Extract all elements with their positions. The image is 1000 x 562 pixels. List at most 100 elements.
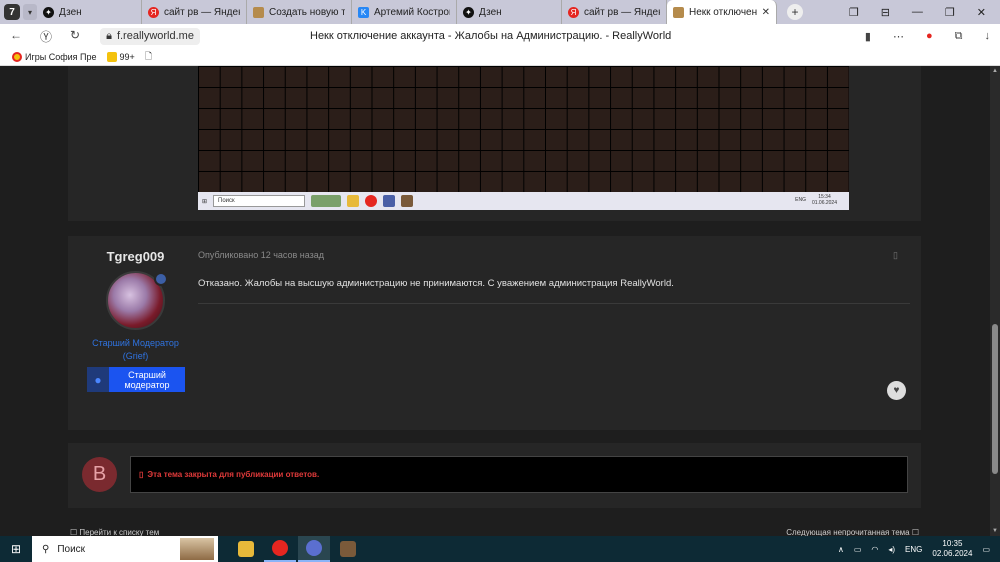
tab-title: Дзен <box>59 6 82 18</box>
app-icon <box>306 540 322 556</box>
lock-icon: 🔒︎ <box>106 29 112 42</box>
tabs-overview-icon[interactable]: ❐ <box>849 6 859 19</box>
topic-closed-text: Эта тема закрыта для публикации ответов. <box>147 470 320 479</box>
yandex-icon: Я <box>148 6 159 18</box>
browser-tab[interactable]: ✦ Дзен <box>457 0 562 24</box>
minimize-icon[interactable]: — <box>912 6 923 18</box>
like-button[interactable]: ♥ <box>887 381 906 400</box>
search-highlight-image <box>180 538 214 560</box>
notifications-icon[interactable]: ▭ <box>982 545 990 554</box>
mail-icon <box>106 51 117 62</box>
extensions-icon[interactable]: ⧉ <box>955 30 963 43</box>
tab-title: Создать новую тем <box>269 6 345 18</box>
screenshot-lang: ENG <box>795 197 806 203</box>
adblock-icon[interactable]: ● <box>926 30 933 43</box>
author-username[interactable]: Tgreg009 <box>68 249 203 264</box>
app-icon <box>383 195 396 207</box>
reload-icon[interactable]: ↻ <box>70 28 80 45</box>
taskbar-clock[interactable]: 10:35 02.06.2024 <box>932 539 972 559</box>
role-line-2: (Grief) <box>122 351 149 361</box>
taskbar-minecraft[interactable] <box>332 536 364 562</box>
download-icon[interactable]: ↓ <box>985 30 991 43</box>
browser-tab[interactable]: K Артемий Костромо <box>352 0 457 24</box>
bookmark-panel-icon[interactable]: ⊟ <box>881 6 890 19</box>
browser-tab[interactable]: Я сайт рв — Яндекс: н <box>562 0 667 24</box>
avatar: B <box>82 457 117 492</box>
castle-icon <box>311 195 342 207</box>
yandex-icon <box>365 195 378 207</box>
input-language[interactable]: ENG <box>905 545 922 554</box>
url-field[interactable]: 🔒︎ f.reallyworld.me <box>100 27 200 45</box>
yandex-browser-icon <box>272 540 288 556</box>
bookmark-item[interactable]: Игры София Пре <box>12 51 97 62</box>
yandex-icon: Я <box>568 6 579 18</box>
bookmark-label: 99+ <box>119 51 135 62</box>
tab-title: Артемий Костромо <box>374 6 450 18</box>
attached-screenshot[interactable]: ⊞ Поиск ENG 15:34 01.06.2024 <box>198 66 849 210</box>
close-icon[interactable]: ✕ <box>762 7 770 18</box>
share-icon[interactable]: ⋯ <box>893 30 904 43</box>
online-status-icon <box>154 272 168 286</box>
document-icon: 🗋 <box>144 50 153 61</box>
forum-page: ⊞ Поиск ENG 15:34 01.06.2024 Tgreg009 Ст… <box>0 66 990 536</box>
realmworld-icon <box>253 6 264 18</box>
post-date[interactable]: Опубликовано 12 часов назад <box>198 250 324 260</box>
chevron-up-icon[interactable]: ∧ <box>838 545 844 554</box>
screenshot-game-view <box>198 66 849 192</box>
windows-icon: ⊞ <box>202 198 208 205</box>
folder-icon <box>238 541 254 557</box>
browser-tab-bar: 7 ▾ ✦ Дзен Я сайт рв — Яндекс: н Создать… <box>0 0 1000 24</box>
bookmark-item[interactable]: 🗋 <box>145 49 152 65</box>
back-icon[interactable]: ← <box>10 28 22 45</box>
tab-title: Дзен <box>479 6 502 18</box>
close-window-icon[interactable]: ✕ <box>977 6 986 19</box>
new-tab-button[interactable]: + <box>787 4 803 20</box>
zen-icon: ✦ <box>43 6 54 18</box>
user-icon: ● <box>87 367 109 392</box>
role-line-1: Старший Модератор <box>92 338 179 348</box>
volume-icon[interactable]: ◂) <box>888 545 895 554</box>
scrollbar[interactable]: ▲ ▼ <box>990 66 1000 536</box>
taskbar-search[interactable]: ⚲ Поиск <box>32 536 218 562</box>
taskbar-yandex-browser[interactable] <box>264 536 296 562</box>
windows-taskbar: ⊞ ⚲ Поиск ∧ ▭ ◠ ◂) ENG 10:35 02.06.2024 … <box>0 536 1000 562</box>
wifi-icon[interactable]: ◠ <box>871 545 878 554</box>
restore-icon[interactable]: ❐ <box>945 6 955 19</box>
next-unread-link[interactable]: Следующая непрочитанная тема ☐ <box>786 528 919 536</box>
scroll-down-icon[interactable]: ▼ <box>992 528 998 534</box>
address-bar: ← Ⓨ ↻ 🔒︎ f.reallyworld.me Некк отключени… <box>0 24 1000 48</box>
minecraft-icon <box>401 195 414 207</box>
taskbar-search-label: Поиск <box>57 543 86 555</box>
battery-icon[interactable]: ▭ <box>854 545 862 554</box>
clock-time: 10:35 <box>942 539 963 548</box>
search-icon: ⚲ <box>42 543 50 555</box>
yandex-id-icon[interactable]: Ⓨ <box>40 28 52 45</box>
screenshot-search-label: Поиск <box>218 198 235 204</box>
post-author: Tgreg009 Старший Модератор (Grief) ● Ста… <box>68 236 203 481</box>
share-icon[interactable]: ▯ <box>893 250 898 261</box>
tab-count-badge[interactable]: 7 <box>4 4 20 20</box>
minecraft-icon <box>340 541 356 557</box>
browser-tab[interactable]: Я сайт рв — Яндекс: н <box>142 0 247 24</box>
browser-tab[interactable]: ✦ Дзен <box>37 0 142 24</box>
scroll-up-icon[interactable]: ▲ <box>992 68 998 74</box>
taskbar-app[interactable] <box>298 536 330 562</box>
bookmark-label: Игры София Пре <box>25 51 97 62</box>
role-badge: ● Старший модератор <box>87 367 185 392</box>
back-to-topics-link[interactable]: ☐ Перейти к списку тем <box>70 528 159 536</box>
zen-icon: ✦ <box>463 6 474 18</box>
browser-tab-active[interactable]: Некк отключени ✕ <box>667 0 777 24</box>
screenshot-taskbar: ⊞ Поиск ENG 15:34 01.06.2024 <box>198 192 849 210</box>
heart-icon: ♥ <box>893 385 900 396</box>
bookmark-item[interactable]: 99+ <box>106 51 135 62</box>
chevron-down-icon[interactable]: ▾ <box>23 4 37 20</box>
taskbar-file-explorer[interactable] <box>230 536 262 562</box>
post-content: Отказано. Жалобы на высшую администрацию… <box>198 278 674 289</box>
vk-icon: K <box>358 6 369 18</box>
browser-tab[interactable]: Создать новую тем <box>247 0 352 24</box>
windows-start-icon[interactable]: ⊞ <box>0 536 32 562</box>
back-to-topics-label: Перейти к списку тем <box>79 528 160 536</box>
scrollbar-thumb[interactable] <box>992 324 998 474</box>
tab-title: Некк отключени <box>689 6 757 18</box>
bookmark-icon[interactable]: ▮ <box>865 30 871 43</box>
